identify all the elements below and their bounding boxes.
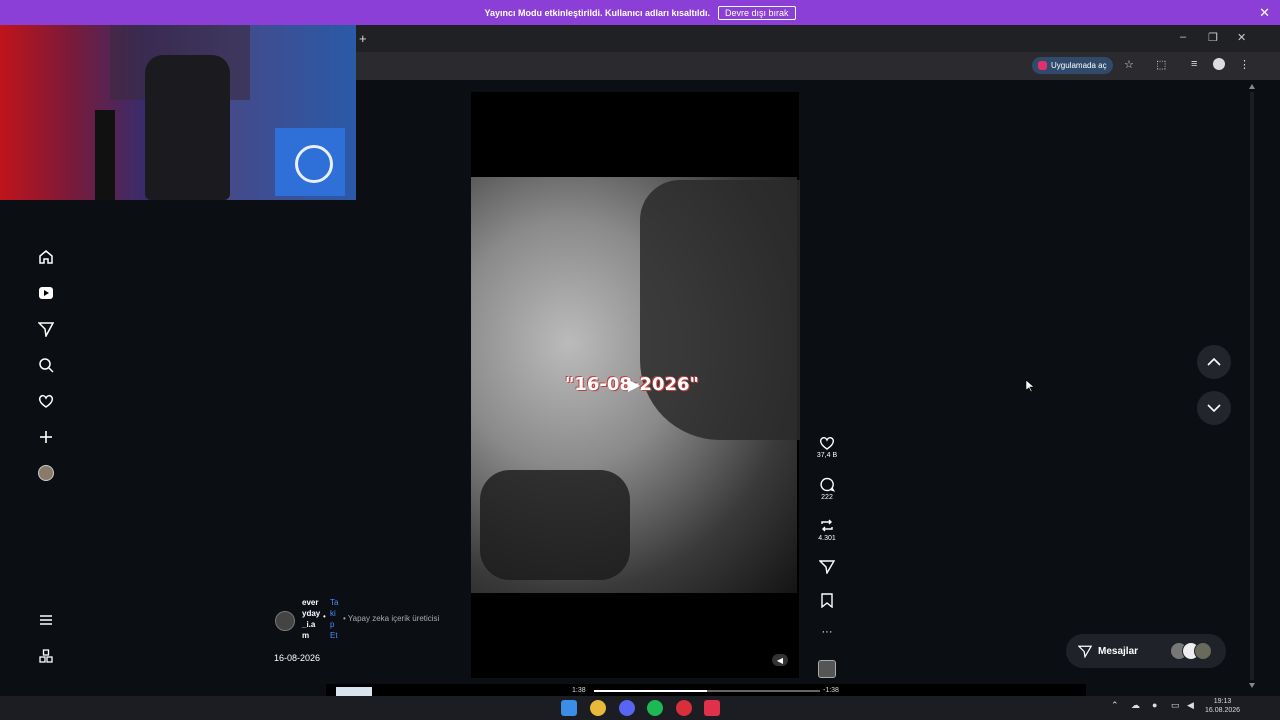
menu-kebab-icon[interactable]: ⋮ <box>1239 58 1250 71</box>
media-thumbnail <box>336 687 372 696</box>
repost-count: 4.301 <box>818 535 836 542</box>
ai-creator-label: • Yapay zeka içerik üreticisi <box>343 614 440 623</box>
share-button[interactable] <box>815 560 839 574</box>
network-icon[interactable]: ▭ <box>1171 700 1180 711</box>
tray-overflow-icon[interactable]: ⌃ <box>1111 700 1119 711</box>
microphone-icon[interactable]: ● <box>1152 700 1157 710</box>
direct-messages-icon[interactable] <box>36 319 56 339</box>
save-button[interactable] <box>815 593 839 608</box>
video-figure-hand <box>480 470 630 580</box>
banner-close-button[interactable]: ✕ <box>1259 5 1270 21</box>
follow-button[interactable]: Ta ki p Et <box>330 597 338 641</box>
new-tab-button[interactable]: + <box>359 31 367 46</box>
create-plus-icon[interactable] <box>36 427 56 447</box>
streaming-app-icon[interactable] <box>676 700 692 716</box>
open-in-app-button[interactable]: Uygulamada aç <box>1032 57 1113 74</box>
messages-button[interactable]: Mesajlar <box>1066 634 1226 668</box>
more-options-icon[interactable]: ··· <box>815 626 839 638</box>
message-avatar-3 <box>1194 642 1212 660</box>
cam-chair <box>145 55 230 200</box>
restore-button[interactable]: ❐ <box>1208 31 1218 44</box>
discord-icon[interactable] <box>619 700 635 716</box>
more-menu-icon[interactable] <box>36 610 56 630</box>
notifications-heart-icon[interactable] <box>36 391 56 411</box>
browser-tabstrip <box>356 25 1280 52</box>
heart-icon <box>819 436 835 450</box>
media-control-icon[interactable]: ≡ <box>1191 58 1197 70</box>
comment-icon <box>820 477 835 492</box>
messages-icon <box>1078 645 1092 658</box>
search-icon[interactable] <box>36 355 56 375</box>
cam-ring-light <box>295 145 333 183</box>
comment-count: 222 <box>821 494 833 501</box>
home-icon[interactable] <box>36 247 56 267</box>
profile-avatar[interactable] <box>1213 58 1225 70</box>
comment-button[interactable]: 222 <box>815 477 839 501</box>
chevron-down-icon <box>1207 404 1221 412</box>
apps-icon[interactable] <box>36 646 56 666</box>
reels-icon[interactable] <box>36 283 56 303</box>
banner-message: Yayıncı Modu etkinleştirildi. Kullanıcı … <box>484 7 711 18</box>
browser-toolbar <box>356 52 1280 80</box>
like-count: 37,4 B <box>816 452 838 459</box>
valorant-icon[interactable] <box>704 700 720 716</box>
video-figure-sleeve <box>640 180 800 440</box>
previous-reel-button[interactable] <box>1197 345 1231 379</box>
spotify-icon[interactable] <box>647 700 663 716</box>
windows-start-icon[interactable] <box>561 700 577 716</box>
like-button[interactable]: 37,4 B <box>815 436 839 459</box>
disable-streamer-mode-button[interactable]: Devre dışı bırak <box>718 5 796 20</box>
author-username[interactable]: ever yday _i.a m <box>302 597 324 641</box>
windows-taskbar <box>0 696 1280 720</box>
post-caption: 16-08-2026 <box>274 653 321 663</box>
chevron-up-icon <box>1207 358 1221 366</box>
instagram-icon <box>1038 61 1047 70</box>
onedrive-icon[interactable]: ☁ <box>1131 700 1140 711</box>
chrome-icon[interactable] <box>590 700 606 716</box>
separator-dot: • <box>323 612 326 621</box>
progress-fill <box>594 690 707 692</box>
mouse-cursor <box>1026 380 1034 392</box>
minimize-button[interactable]: – <box>1180 31 1186 43</box>
next-reel-button[interactable] <box>1197 391 1231 425</box>
webcam-overlay <box>0 0 356 200</box>
streamer-mode-banner: Yayıncı Modu etkinleştirildi. Kullanıcı … <box>0 0 1280 25</box>
bookmark-star-icon[interactable]: ☆ <box>1124 58 1134 71</box>
repost-icon <box>821 519 833 532</box>
open-in-app-label: Uygulamada aç <box>1051 61 1107 70</box>
messages-label: Mesajlar <box>1098 645 1139 657</box>
taskbar-clock[interactable]: 19:13 16.08.2026 <box>1205 697 1240 715</box>
clock-date: 16.08.2026 <box>1205 707 1241 714</box>
author-avatar[interactable] <box>275 611 295 631</box>
time-remaining: -1:38 <box>823 687 839 694</box>
window-close-button[interactable]: ✕ <box>1237 31 1246 44</box>
volume-tray-icon[interactable]: ◀ <box>1187 700 1194 711</box>
repost-button[interactable]: 4.301 <box>815 518 839 542</box>
page-scrollbar[interactable] <box>1249 84 1255 688</box>
bookmark-icon <box>821 593 833 608</box>
share-icon <box>819 560 835 574</box>
play-icon[interactable]: ▶ <box>621 372 647 398</box>
extensions-icon[interactable]: ⬚ <box>1156 58 1166 71</box>
time-elapsed: 1:38 <box>572 687 586 694</box>
volume-icon[interactable]: ◀ <box>772 654 788 666</box>
cam-microphone <box>95 110 115 200</box>
clock-time: 19:13 <box>1213 698 1232 705</box>
profile-avatar-nav[interactable] <box>36 463 56 483</box>
audio-thumbnail[interactable] <box>815 660 839 678</box>
